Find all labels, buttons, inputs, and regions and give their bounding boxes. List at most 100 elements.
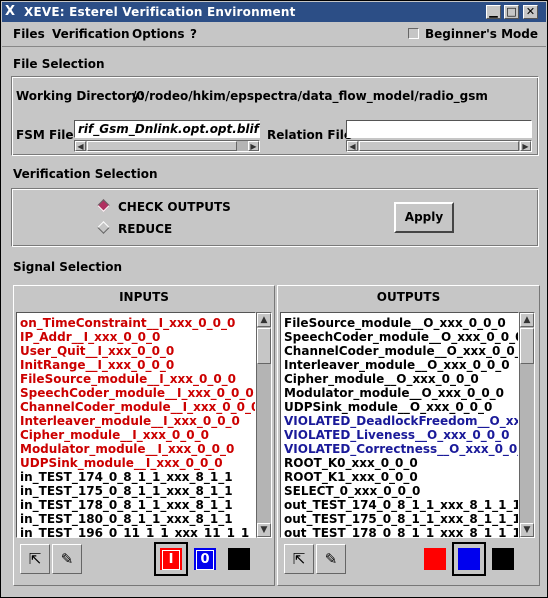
output-signal-item[interactable]: Interleaver_module__O_xxx_0_0_0 bbox=[284, 358, 510, 372]
output-signal-item[interactable]: SELECT_0_xxx_0_0_0 bbox=[284, 484, 420, 498]
output-signal-item[interactable]: VIOLATED_Liveness__O_xxx_0_0_0 bbox=[284, 428, 509, 442]
output-signal-item[interactable]: out_TEST_175_0_8_1_1_xxx_8_1_1_17 bbox=[284, 512, 518, 526]
fsm-file-scroll-thumb[interactable] bbox=[87, 141, 237, 151]
close-icon: ✕ bbox=[525, 5, 536, 18]
fsm-file-field[interactable]: rif_Gsm_Dnlink.opt.opt.blif bbox=[74, 120, 260, 138]
scroll-left-icon[interactable]: ◀ bbox=[347, 141, 358, 151]
pointer-select-icon[interactable]: ⇱ bbox=[284, 544, 314, 574]
palette-icon[interactable]: ✎ bbox=[52, 544, 82, 574]
app-icon[interactable]: X bbox=[5, 4, 20, 19]
scroll-right-icon[interactable]: ▶ bbox=[520, 141, 531, 151]
outputs-panel: OUTPUTS FileSource_module__O_xxx_0_0_0 Sp… bbox=[277, 285, 540, 586]
pointer-select-icon[interactable]: ⇱ bbox=[20, 544, 50, 574]
inputs-scrollbar[interactable]: ▲ ▼ bbox=[256, 312, 272, 538]
title-bar[interactable]: X XEVE: Esterel Verification Environment… bbox=[2, 2, 546, 22]
working-directory-value: /0/rodeo/hkim/epspectra/data_flow_model/… bbox=[132, 89, 488, 103]
inputs-scroll-thumb[interactable] bbox=[257, 328, 271, 364]
input-signal-item[interactable]: in_TEST_174_0_8_1_1_xxx_8_1_1 bbox=[20, 470, 233, 484]
scroll-up-icon[interactable]: ▲ bbox=[257, 313, 271, 327]
output-signal-item[interactable]: out_TEST_178_0_8_1_1_xxx_8_1_1_17 bbox=[284, 526, 518, 537]
radio-reduce-label: REDUCE bbox=[118, 222, 173, 236]
output-signal-item[interactable]: out_TEST_174_0_8_1_1_xxx_8_1_1_17 bbox=[284, 498, 518, 512]
output-swatch-red[interactable] bbox=[424, 548, 446, 570]
outputs-scroll-thumb[interactable] bbox=[520, 328, 534, 364]
maximize-icon: □ bbox=[506, 5, 517, 18]
maximize-button[interactable]: □ bbox=[504, 5, 519, 19]
relation-file-label: Relation File bbox=[267, 128, 352, 142]
input-swatch-red[interactable]: I bbox=[160, 548, 182, 570]
menu-help[interactable]: ? bbox=[190, 27, 197, 41]
input-swatch-black[interactable] bbox=[228, 548, 250, 570]
close-button[interactable]: ✕ bbox=[523, 5, 538, 19]
inputs-panel: INPUTS on_TimeConstraint__I_xxx_0_0_0 IP_… bbox=[13, 285, 275, 586]
input-signal-item[interactable]: Modulator_module__I_xxx_0_0_0 bbox=[20, 442, 234, 456]
input-signal-item[interactable]: in_TEST_180_0_8_1_1_xxx_8_1_1 bbox=[20, 512, 233, 526]
signal-selection-heading: Signal Selection bbox=[13, 260, 123, 274]
output-signal-item[interactable]: ChannelCoder_module__O_xxx_0_0_0 bbox=[284, 344, 518, 358]
xeve-window: X XEVE: Esterel Verification Environment… bbox=[0, 0, 548, 598]
output-signal-item[interactable]: UDPSink_module__O_xxx_0_0_0 bbox=[284, 400, 492, 414]
input-swatch-glyph: I bbox=[162, 550, 180, 570]
output-signal-item[interactable]: ROOT_K1_xxx_0_0_0 bbox=[284, 470, 418, 484]
verification-selection-frame bbox=[11, 188, 539, 247]
radio-selected-icon[interactable] bbox=[97, 199, 110, 212]
input-signal-item[interactable]: in_TEST_178_0_8_1_1_xxx_8_1_1 bbox=[20, 498, 233, 512]
output-signal-item[interactable]: VIOLATED_DeadlockFreedom__O_xxx_ bbox=[284, 414, 518, 428]
menu-options[interactable]: Options bbox=[132, 27, 185, 41]
input-signal-item[interactable]: Interleaver_module__I_xxx_0_0_0 bbox=[20, 414, 240, 428]
output-swatch-blue[interactable] bbox=[458, 548, 480, 570]
file-selection-heading: File Selection bbox=[13, 57, 105, 71]
scroll-down-icon[interactable]: ▼ bbox=[257, 523, 271, 537]
output-signal-item[interactable]: Cipher_module__O_xxx_0_0_0 bbox=[284, 372, 479, 386]
window-title: XEVE: Esterel Verification Environment bbox=[24, 5, 296, 19]
relation-file-field[interactable] bbox=[346, 120, 532, 138]
beginners-mode-label: Beginner's Mode bbox=[424, 27, 538, 41]
beginners-mode-checkbox[interactable] bbox=[407, 28, 419, 39]
menu-verification[interactable]: Verification bbox=[52, 27, 130, 41]
input-swatch-glyph: 0 bbox=[196, 550, 214, 570]
apply-button[interactable]: Apply bbox=[394, 202, 454, 233]
menu-bar: Files Verification Options ? Beginner's … bbox=[2, 23, 546, 47]
input-signal-item[interactable]: ChannelCoder_module__I_xxx_0_0_0 bbox=[20, 400, 255, 414]
minimize-icon: ▁ bbox=[489, 5, 498, 18]
input-signal-item[interactable]: SpeechCoder_module__I_xxx_0_0_0 bbox=[20, 386, 254, 400]
radio-reduce[interactable]: REDUCE bbox=[97, 221, 173, 236]
scroll-right-icon[interactable]: ▶ bbox=[248, 141, 259, 151]
output-signal-item[interactable]: Modulator_module__O_xxx_0_0_0 bbox=[284, 386, 504, 400]
radio-unselected-icon[interactable] bbox=[97, 221, 110, 234]
scroll-left-icon[interactable]: ◀ bbox=[75, 141, 86, 151]
menu-files[interactable]: Files bbox=[13, 27, 45, 41]
relation-file-scroll-thumb[interactable] bbox=[359, 141, 519, 151]
fsm-file-value: rif_Gsm_Dnlink.opt.opt.blif bbox=[78, 122, 259, 136]
input-swatch-blue[interactable]: 0 bbox=[194, 548, 216, 570]
output-signal-item[interactable]: VIOLATED_Correctness__O_xxx_0_0_0 bbox=[284, 442, 518, 456]
input-signal-item[interactable]: in_TEST_175_0_8_1_1_xxx_8_1_1 bbox=[20, 484, 233, 498]
input-signal-item[interactable]: IP_Addr__I_xxx_0_0_0 bbox=[20, 330, 160, 344]
scroll-up-icon[interactable]: ▲ bbox=[520, 313, 534, 327]
fsm-file-label: FSM File bbox=[16, 128, 74, 142]
outputs-list[interactable]: FileSource_module__O_xxx_0_0_0 SpeechCode… bbox=[280, 312, 519, 538]
minimize-button[interactable]: ▁ bbox=[486, 5, 501, 19]
radio-check-outputs[interactable]: CHECK OUTPUTS bbox=[97, 199, 231, 214]
input-signal-item[interactable]: on_TimeConstraint__I_xxx_0_0_0 bbox=[20, 316, 235, 330]
input-signal-item[interactable]: InitRange__I_xxx_0_0_0 bbox=[20, 358, 174, 372]
fsm-file-scrollbar[interactable]: ◀ ▶ bbox=[74, 140, 260, 152]
input-signal-item[interactable]: Cipher_module__I_xxx_0_0_0 bbox=[20, 428, 209, 442]
input-signal-item[interactable]: FileSource_module__I_xxx_0_0_0 bbox=[20, 372, 236, 386]
input-signal-item[interactable]: UDPSink_module__I_xxx_0_0_0 bbox=[20, 456, 223, 470]
output-swatch-black[interactable] bbox=[492, 548, 514, 570]
input-signal-item[interactable]: in_TEST_196_0_11_1_1_xxx_11_1_1 bbox=[20, 526, 249, 537]
file-selection-frame: Working Directory: /0/rodeo/hkim/epspect… bbox=[11, 76, 539, 156]
output-signal-item[interactable]: FileSource_module__O_xxx_0_0_0 bbox=[284, 316, 506, 330]
input-signal-item[interactable]: User_Quit__I_xxx_0_0_0 bbox=[20, 344, 174, 358]
inputs-list[interactable]: on_TimeConstraint__I_xxx_0_0_0 IP_Addr__I… bbox=[16, 312, 256, 538]
output-signal-item[interactable]: SpeechCoder_module__O_xxx_0_0_0 bbox=[284, 330, 518, 344]
relation-file-scrollbar[interactable]: ◀ ▶ bbox=[346, 140, 532, 152]
verification-selection-heading: Verification Selection bbox=[13, 167, 158, 181]
scroll-down-icon[interactable]: ▼ bbox=[520, 523, 534, 537]
output-signal-item[interactable]: ROOT_K0_xxx_0_0_0 bbox=[284, 456, 418, 470]
outputs-heading: OUTPUTS bbox=[376, 290, 441, 304]
beginners-mode-toggle[interactable]: Beginner's Mode bbox=[407, 27, 538, 41]
palette-icon[interactable]: ✎ bbox=[316, 544, 346, 574]
outputs-scrollbar[interactable]: ▲ ▼ bbox=[519, 312, 535, 538]
